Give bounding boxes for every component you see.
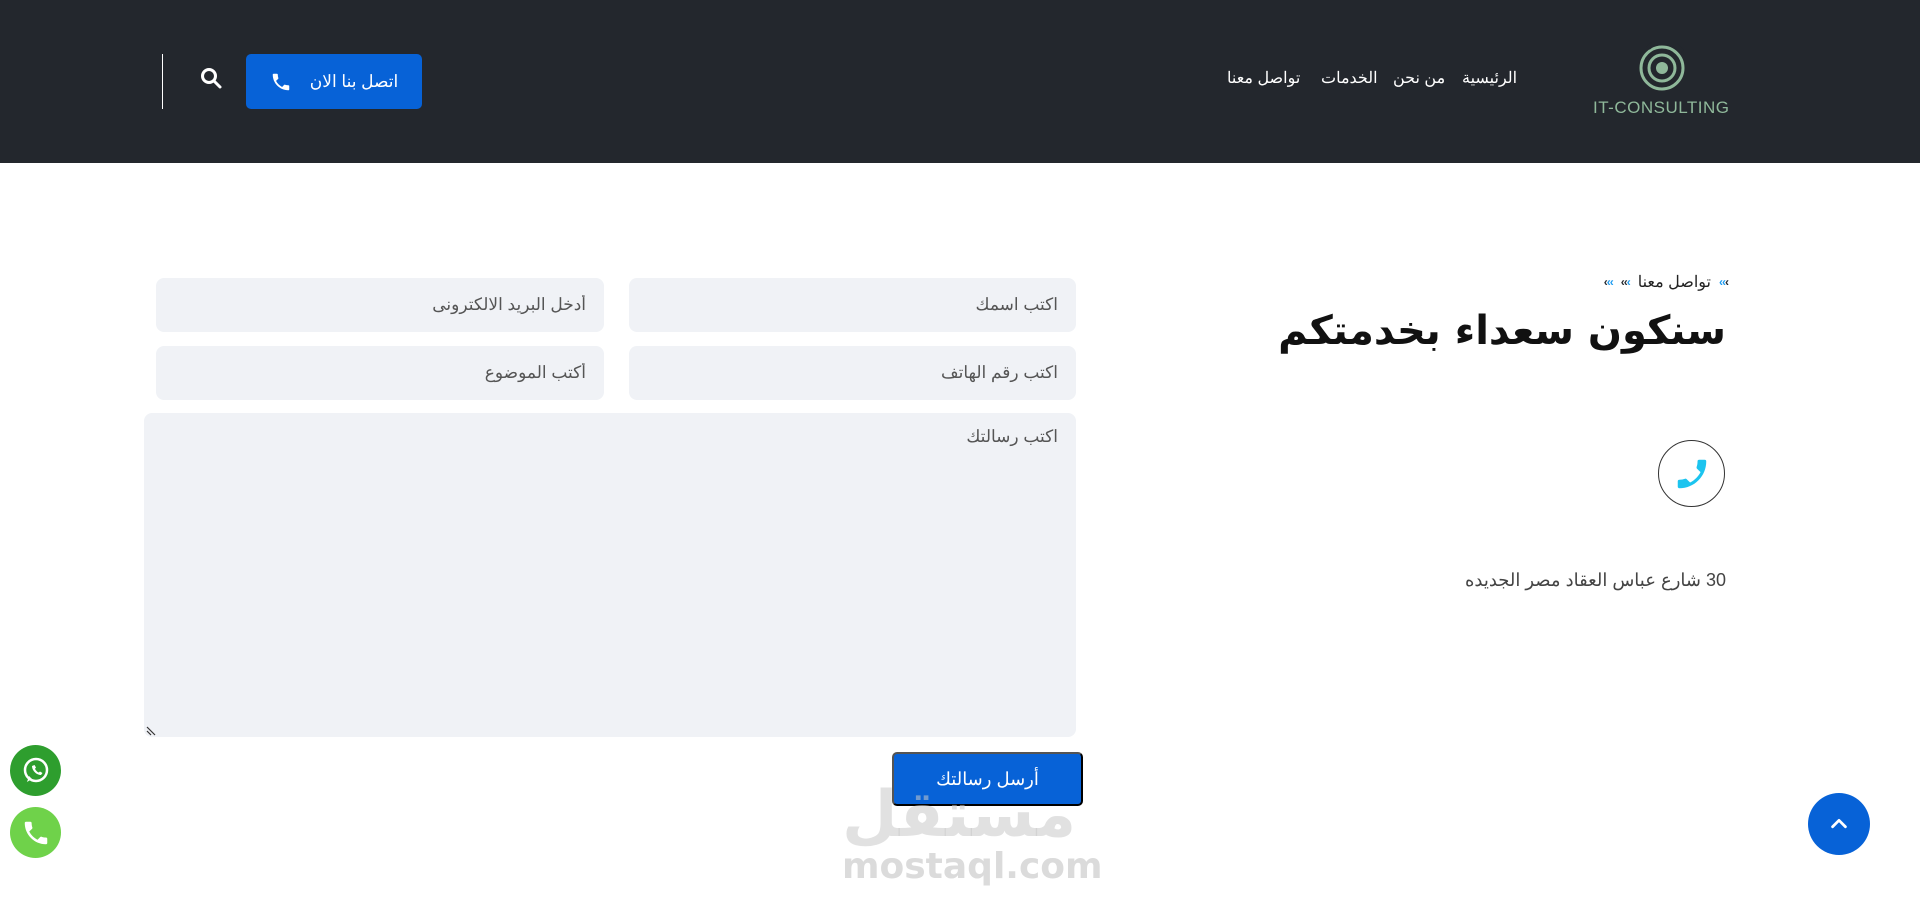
phone-icon xyxy=(1677,459,1706,488)
phone-contact-badge[interactable] xyxy=(1658,440,1725,507)
nav-services[interactable]: الخدمات xyxy=(1321,68,1378,88)
nav-about[interactable]: من نحن xyxy=(1393,68,1445,88)
whatsapp-float-button[interactable] xyxy=(10,745,61,796)
scroll-to-top-button[interactable] xyxy=(1808,793,1870,855)
page-title: سنكون سعداء بخدمتكم xyxy=(1278,308,1726,354)
watermark-arabic: مستقل xyxy=(842,778,1077,852)
call-now-button[interactable]: اتصل بنا الان xyxy=(246,54,422,109)
breadcrumb: ‹‹‹ ‹‹‹ تواصل معنا ‹‹‹ xyxy=(1548,272,1729,292)
name-field[interactable] xyxy=(629,278,1076,332)
header-divider xyxy=(162,54,163,109)
loader-icon xyxy=(627,158,647,178)
phone-icon xyxy=(24,821,47,844)
chevron-up-icon xyxy=(1831,818,1847,829)
phone-icon xyxy=(272,73,290,90)
call-now-label: اتصل بنا الان xyxy=(309,71,399,91)
phone-field[interactable] xyxy=(629,346,1076,400)
chevron-left-icon: ‹‹‹ xyxy=(1719,275,1729,289)
breadcrumb-current: تواصل معنا xyxy=(1637,274,1711,291)
call-float-button[interactable] xyxy=(10,807,61,858)
email-field[interactable] xyxy=(156,278,604,332)
subject-field[interactable] xyxy=(156,346,604,400)
nav-home[interactable]: الرئيسية xyxy=(1462,68,1517,88)
chevron-left-icon: ‹‹‹ xyxy=(1603,275,1614,289)
search-icon[interactable] xyxy=(199,66,223,90)
chevron-left-icon: ‹‹‹ xyxy=(1620,275,1631,289)
message-field[interactable] xyxy=(144,413,1076,737)
whatsapp-icon xyxy=(23,757,48,782)
resize-handle-icon[interactable] xyxy=(146,726,156,736)
address-text: 30 شارع عباس العقاد مصر الجديده xyxy=(1464,570,1726,590)
logo-text[interactable]: IT-CONSULTING xyxy=(1593,98,1730,118)
watermark-latin: mostaql.com xyxy=(842,846,1103,887)
nav-contact[interactable]: تواصل معنا xyxy=(1227,68,1300,88)
